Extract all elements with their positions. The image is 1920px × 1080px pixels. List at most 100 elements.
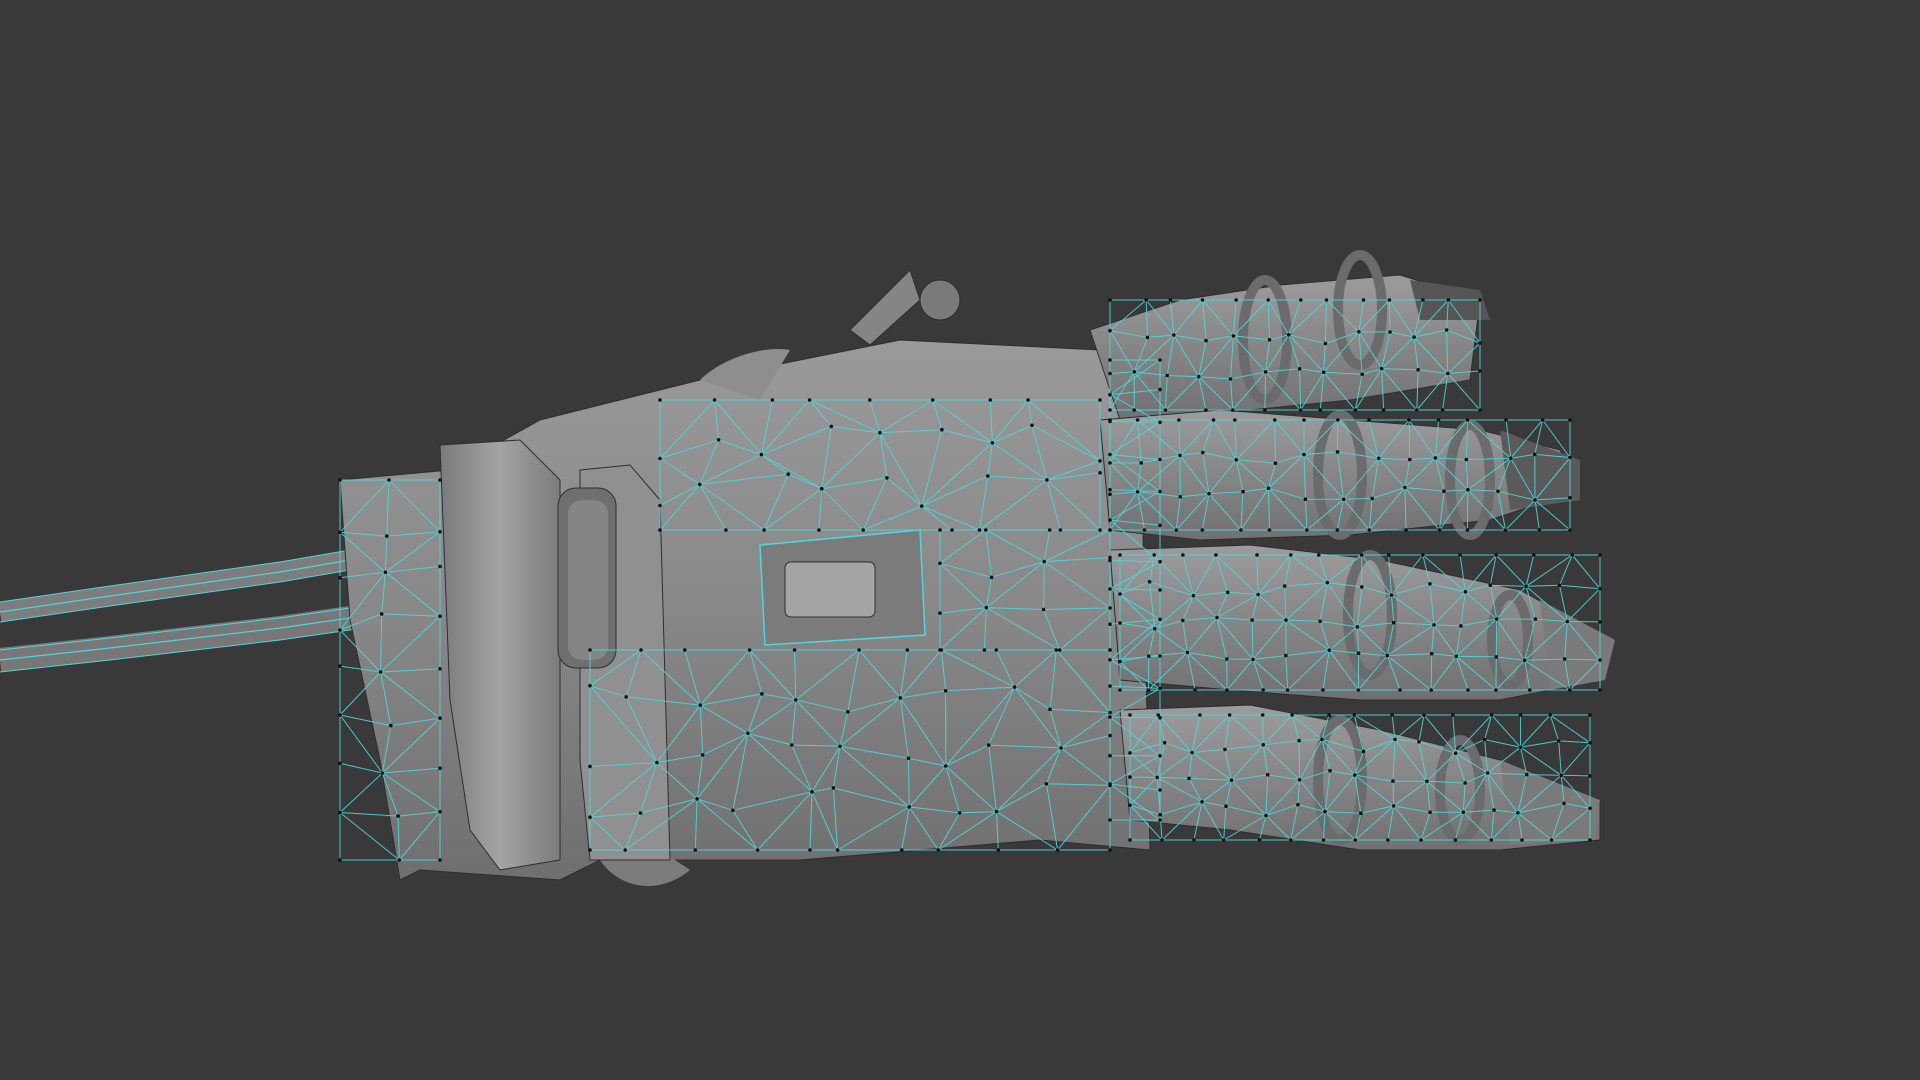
- mesh-vertex: [1559, 773, 1564, 778]
- mesh-vertex: [1568, 495, 1572, 500]
- mesh-vertex: [693, 848, 698, 852]
- mesh-vertex: [1158, 559, 1162, 564]
- mesh-vertex: [658, 456, 662, 461]
- mesh-vertex: [1128, 775, 1132, 779]
- mesh-vertex: [1355, 625, 1360, 629]
- mesh-vertex: [1416, 368, 1420, 372]
- thumb-mechanism[interactable]: [849, 269, 961, 346]
- mesh-vertex: [1353, 408, 1358, 412]
- mesh-vertex: [938, 528, 942, 532]
- mesh-vertex: [1108, 848, 1112, 852]
- wrist-cuff[interactable]: [439, 439, 671, 871]
- mesh-vertex: [1158, 754, 1162, 758]
- mesh-vertex: [1494, 617, 1499, 621]
- mesh-vertex: [950, 528, 954, 532]
- mesh-vertex: [1303, 497, 1308, 502]
- mesh-vertex: [906, 756, 911, 761]
- mesh-vertex: [907, 805, 911, 809]
- mesh-vertex: [1296, 802, 1300, 807]
- mesh-vertex: [1225, 657, 1229, 661]
- mesh-vertex: [1407, 418, 1411, 422]
- mesh-vertex: [1108, 622, 1112, 626]
- mesh-vertex: [1532, 553, 1536, 557]
- mesh-vertex: [1261, 743, 1266, 747]
- mesh-vertex: [1142, 528, 1147, 532]
- mesh-vertex: [1108, 518, 1112, 522]
- mesh-vertex: [1108, 684, 1112, 688]
- mesh-vertex: [1398, 688, 1402, 692]
- mesh-vertex: [1285, 688, 1290, 692]
- mesh-vertex: [1289, 553, 1293, 557]
- mesh-vertex: [807, 398, 812, 402]
- mesh-vertex: [794, 698, 798, 702]
- mesh-vertex: [1108, 558, 1112, 563]
- mesh-vertex: [1537, 528, 1542, 532]
- mesh-vertex: [1335, 450, 1340, 454]
- mesh-vertex: [1181, 553, 1185, 557]
- mesh-vertex: [1108, 648, 1112, 652]
- mesh-vertex: [438, 716, 442, 720]
- mesh-vertex: [1465, 528, 1470, 532]
- mesh-vertex: [1341, 497, 1346, 502]
- mesh-vertex: [1172, 333, 1176, 337]
- mesh-vertex: [1297, 778, 1302, 782]
- mesh-vertex: [1158, 654, 1162, 658]
- mesh-vertex: [1568, 528, 1572, 532]
- mesh-vertex: [1227, 713, 1232, 717]
- mesh-vertex: [1135, 418, 1140, 422]
- mesh-vertex: [1108, 492, 1112, 497]
- mesh-vertex: [1327, 648, 1332, 652]
- mesh-vertex: [868, 398, 872, 402]
- mesh-vertex: [1404, 528, 1408, 532]
- mesh-vertex: [1163, 408, 1168, 412]
- mesh-vertex: [1057, 648, 1062, 652]
- mesh-vertex: [1207, 491, 1211, 496]
- mesh-vertex: [930, 398, 935, 402]
- mesh-vertex: [1256, 592, 1260, 597]
- mesh-vertex: [1453, 838, 1458, 842]
- mesh-vertex: [1465, 418, 1470, 422]
- mesh-vertex: [1391, 779, 1395, 783]
- mesh-vertex: [1598, 688, 1602, 692]
- mesh-vertex: [1381, 408, 1386, 412]
- mesh-vertex: [1146, 688, 1151, 692]
- mesh-vertex: [938, 611, 942, 615]
- mesh-vertex: [1198, 713, 1202, 717]
- mesh-vertex: [383, 570, 388, 574]
- mesh-vertex: [1158, 489, 1162, 494]
- mesh-vertex: [1108, 419, 1112, 424]
- mesh-vertex: [1598, 620, 1602, 624]
- mesh-vertex: [1533, 498, 1537, 502]
- mesh-vertex: [658, 503, 662, 508]
- mesh-vertex: [1204, 408, 1208, 412]
- mesh-vertex: [1356, 651, 1361, 655]
- mesh-vertex: [1197, 374, 1201, 379]
- mesh-vertex: [1098, 471, 1102, 475]
- mesh-vertex: [1419, 838, 1423, 842]
- mesh-vertex: [1108, 587, 1112, 591]
- mesh-vertex: [1524, 584, 1528, 589]
- sensor-window[interactable]: [759, 529, 926, 646]
- mesh-vertex: [695, 797, 699, 801]
- mesh-vertex: [1548, 713, 1552, 717]
- mesh-vertex: [1128, 803, 1132, 807]
- mesh-vertex: [786, 472, 790, 477]
- mesh-vertex: [1108, 408, 1112, 412]
- mesh-vertex: [857, 648, 861, 652]
- mesh-vertex: [1588, 838, 1592, 842]
- mesh-vertex: [1522, 658, 1527, 663]
- mesh-vertex: [1174, 528, 1179, 532]
- mesh-vertex: [1466, 487, 1470, 492]
- mesh-vertex: [1302, 418, 1306, 422]
- mesh-vertex: [1260, 713, 1265, 717]
- mesh-vertex: [1302, 452, 1306, 457]
- mesh-vertex: [938, 648, 942, 652]
- mesh-vertex: [397, 858, 402, 862]
- 3d-viewport[interactable]: [0, 0, 1920, 1080]
- mesh-vertex: [1265, 773, 1270, 777]
- mesh-render[interactable]: [0, 0, 1920, 1080]
- mesh-vertex: [1428, 810, 1432, 815]
- mesh-vertex: [658, 398, 662, 402]
- mesh-vertex: [1412, 335, 1416, 339]
- mesh-vertex: [731, 808, 735, 813]
